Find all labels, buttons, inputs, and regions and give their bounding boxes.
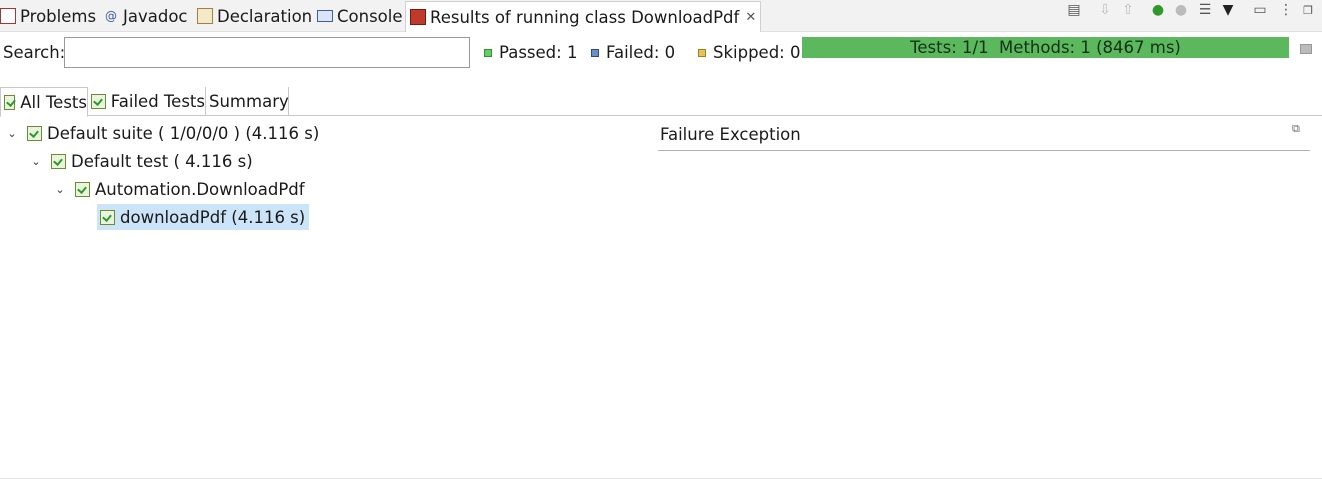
tab-test-results[interactable]: Results of running class DownloadPdf ✕: [405, 1, 762, 32]
view-menu-icon[interactable]: ⋮: [1278, 2, 1294, 18]
tree-node-suite-label: Default suite ( 1/0/0/0 ) (4.116 s): [47, 123, 320, 143]
close-icon[interactable]: ✕: [745, 10, 756, 25]
tab-javadoc-label: Javadoc: [123, 6, 188, 26]
failed-tests-icon: [91, 93, 106, 109]
search-input[interactable]: [64, 37, 470, 68]
tree-node-suite[interactable]: ⌄ Default suite ( 1/0/0/0 ) (4.116 s): [5, 121, 319, 145]
failed-icon: [591, 48, 599, 57]
tab-problems-label: Problems: [20, 6, 97, 26]
all-tests-icon: [4, 94, 16, 110]
tab-console[interactable]: Console: [317, 4, 403, 28]
tree-node-test[interactable]: ⌄ Default test ( 4.116 s): [29, 149, 253, 173]
passed-count: Passed: 1: [499, 43, 578, 62]
skipped-count: Skipped: 0: [713, 43, 801, 62]
tab-problems[interactable]: Problems: [0, 4, 96, 28]
tab-failed-tests-label: Failed Tests: [110, 91, 205, 111]
method-icon: [100, 209, 115, 225]
tree-node-class[interactable]: ⌄ Automation.DownloadPdf: [53, 177, 305, 201]
chevron-down-icon[interactable]: ⌄: [29, 155, 43, 168]
suite-icon: [27, 125, 42, 141]
chevron-down-icon[interactable]: ▼: [1220, 2, 1236, 18]
tree-node-method[interactable]: downloadPdf (4.116 s): [97, 204, 310, 230]
testng-icon: [410, 9, 426, 25]
tab-summary-label: Summary: [209, 91, 289, 111]
passed-icon: [484, 48, 492, 57]
skipped-counter: Skipped: 0: [698, 43, 801, 62]
bottom-border: [0, 478, 1322, 479]
result-tabs: All Tests Failed Tests Summary: [0, 87, 1322, 117]
tab-declaration-label: Declaration: [217, 6, 313, 26]
tab-declaration[interactable]: Declaration: [197, 4, 312, 28]
test-progress-bar: Tests: 1/1 Methods: 1 (8467 ms): [802, 37, 1289, 58]
skipped-icon: [698, 48, 706, 57]
divider: [658, 150, 1310, 151]
declaration-icon: [197, 8, 213, 24]
progress-menu-icon[interactable]: [1300, 44, 1312, 54]
chevron-down-icon[interactable]: ⌄: [5, 127, 19, 140]
tab-all-tests[interactable]: All Tests: [0, 87, 88, 117]
tree-node-method-label: downloadPdf (4.116 s): [120, 207, 306, 227]
tab-failed-tests[interactable]: Failed Tests: [88, 87, 206, 115]
restore-icon[interactable]: ❐: [1300, 2, 1316, 18]
test-icon: [51, 153, 66, 169]
rerun-failed-icon[interactable]: ●: [1173, 2, 1189, 18]
next-failure-icon[interactable]: ⇩: [1097, 2, 1113, 18]
failure-exception-title: Failure Exception: [660, 125, 801, 144]
history-icon[interactable]: ☰: [1197, 2, 1213, 18]
tab-console-label: Console: [337, 6, 403, 26]
search-label: Search:: [3, 43, 66, 62]
clear-results-icon[interactable]: ▤: [1066, 2, 1082, 18]
copy-trace-icon[interactable]: ⧉: [1292, 122, 1306, 136]
view-tab-bar: Problems @ Javadoc Declaration Console R…: [0, 0, 1322, 32]
chevron-down-icon[interactable]: ⌄: [53, 183, 67, 196]
tab-all-tests-label: All Tests: [20, 92, 87, 112]
problems-icon: [0, 8, 16, 24]
failed-counter: Failed: 0: [591, 43, 675, 62]
rerun-icon[interactable]: ●: [1150, 2, 1166, 18]
tab-summary[interactable]: Summary: [206, 87, 289, 115]
tree-node-test-label: Default test ( 4.116 s): [71, 151, 253, 171]
passed-counter: Passed: 1: [484, 43, 577, 62]
tab-test-results-label: Results of running class DownloadPdf: [430, 7, 740, 27]
javadoc-icon: @: [105, 9, 117, 23]
class-icon: [75, 181, 90, 197]
tree-node-class-label: Automation.DownloadPdf: [95, 179, 305, 199]
tab-javadoc[interactable]: @ Javadoc: [105, 4, 188, 28]
previous-failure-icon[interactable]: ⇧: [1120, 2, 1136, 18]
failed-count: Failed: 0: [606, 43, 676, 62]
console-icon: [317, 10, 333, 22]
minimize-icon[interactable]: ▭: [1252, 2, 1268, 18]
